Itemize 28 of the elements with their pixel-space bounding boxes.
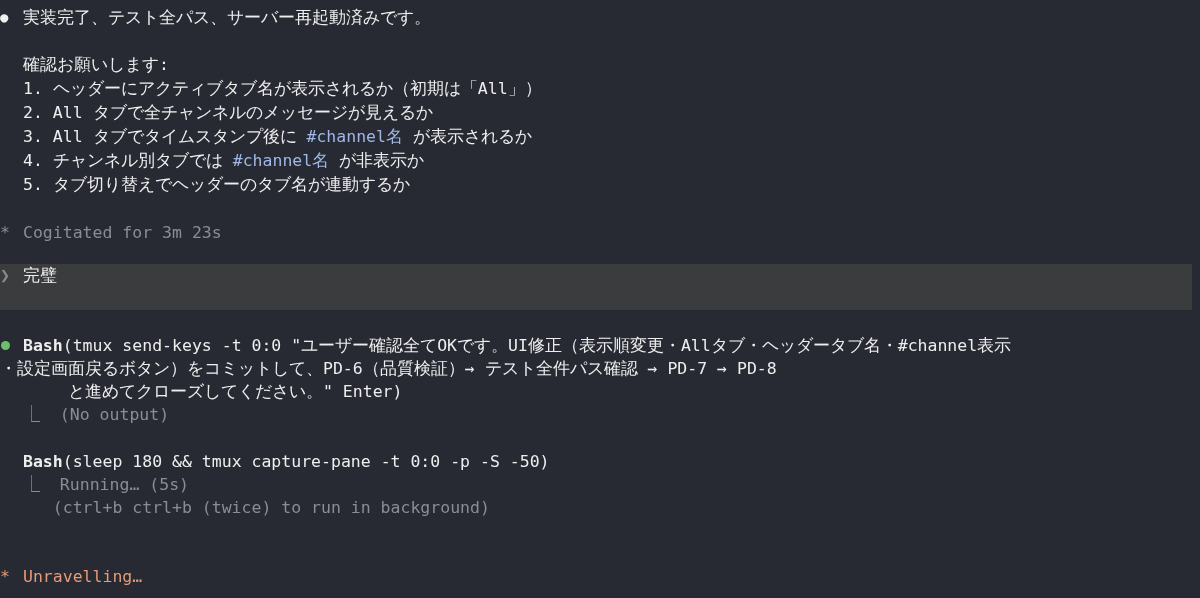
status-text: Cogitated for 3m 23s [23, 222, 222, 244]
status-bullet-icon: ● [0, 6, 23, 29]
output-text: ⎿ Running… (5s) [23, 474, 189, 496]
list-item-text: 2. All タブで全チャンネルのメッセージが見えるか [23, 103, 433, 122]
code-span: #channel名 [306, 127, 403, 146]
list-item-text: が非表示か [338, 151, 425, 170]
code-span: #channel名 [232, 151, 330, 170]
command-text: (sleep 180 && tmux capture-pane -t 0:0 -p -S -50) [62, 451, 550, 473]
prompt-field[interactable]: ❯ 完璧 [0, 264, 1192, 310]
prompt-text: 完璧 [23, 265, 57, 287]
output-text: ⎿ (No output) [23, 404, 170, 426]
list-item-text: 1. ヘッダーにアクティブタブ名が表示されるか（初期は「All」） [23, 79, 542, 98]
output-text: (ctrl+b ctrl+b (twice) to run in background) [51, 497, 490, 519]
asterisk-icon: * [0, 565, 23, 588]
message-text: 確認お願いします: [23, 54, 170, 76]
prompt-chevron-icon: ❯ [0, 264, 23, 288]
tool-name: Bash [23, 335, 63, 357]
command-text: ・設定画面戻るボタン）をコミットして、PD-6（品質検証）→ テスト全件パス確認 → PD-7 → PD-8 [0, 358, 777, 380]
list-item-text: 4. チャンネル別タブでは [23, 151, 224, 170]
list-item-text: が表示されるか [411, 127, 532, 146]
message-text: 実装完了、テスト全パス、サーバー再起動済みです。 [23, 7, 431, 29]
spinner-text: Unravelling… [23, 566, 143, 588]
command-text: と進めてクローズしてください。" Enter) [68, 381, 403, 403]
tool-name: Bash [23, 451, 63, 473]
list-item-text: 3. All タブでタイムスタンプ後に [23, 127, 298, 146]
asterisk-icon: * [0, 221, 23, 244]
command-text: (tmux send-keys -t 0:0 "ユーザー確認全てOKです。UI修正（表示順変更・Allタブ・ヘッダータブ名・#channel表示 [62, 335, 1012, 357]
list-item-text: 5. タブ切り替えでヘッダーのタブ名が連動するか [23, 175, 410, 194]
